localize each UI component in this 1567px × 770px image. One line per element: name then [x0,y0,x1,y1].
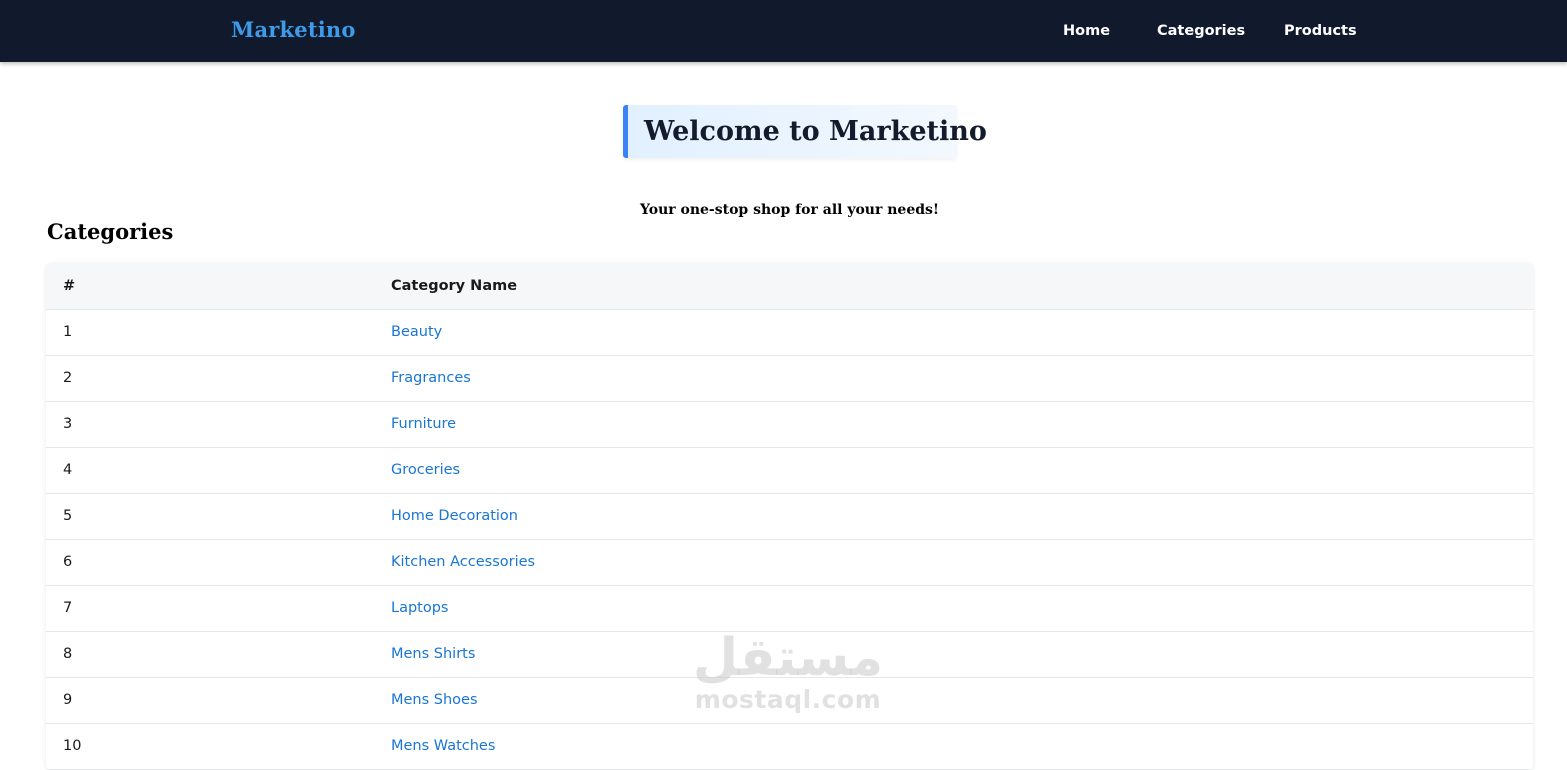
category-number: 2 [46,355,391,402]
column-header-category-name: Category Name [391,263,1533,310]
table-row: 5 Home Decoration [46,493,1533,540]
table-header-row: # Category Name [46,263,1533,310]
category-link[interactable]: Kitchen Accessories [391,554,535,570]
category-name-cell: Laptops [391,585,1533,632]
category-link[interactable]: Beauty [391,324,442,340]
category-number: 8 [46,631,391,678]
categories-heading: Categories [47,219,174,244]
navbar: Marketino Home Categories Products [0,0,1567,62]
category-link[interactable]: Furniture [391,416,456,432]
category-number: 5 [46,493,391,540]
category-name-cell: Mens Shoes [391,677,1533,724]
category-number: 9 [46,677,391,724]
nav-link-products[interactable]: Products [1284,23,1357,39]
category-name-cell: Furniture [391,401,1533,448]
table-row: 7 Laptops [46,585,1533,632]
category-link[interactable]: Fragrances [391,370,471,386]
table-row: 4 Groceries [46,447,1533,494]
category-name-cell: Fragrances [391,355,1533,402]
category-name-cell: Kitchen Accessories [391,539,1533,586]
category-number: 3 [46,401,391,448]
table-row: 8 Mens Shirts [46,631,1533,678]
table-row: 3 Furniture [46,401,1533,448]
category-link[interactable]: Groceries [391,462,460,478]
table-row: 1 Beauty [46,309,1533,356]
category-name-cell: Mens Shirts [391,631,1533,678]
category-number: 10 [46,723,391,770]
table-row: 9 Mens Shoes [46,677,1533,724]
brand-logo[interactable]: Marketino [231,17,356,42]
category-number: 6 [46,539,391,586]
category-name-cell: Groceries [391,447,1533,494]
category-name-cell: Mens Watches [391,723,1533,770]
categories-table: # Category Name 1 Beauty 2 Fragrances 3 Furni… [46,263,1533,770]
category-link[interactable]: Laptops [391,600,448,616]
nav-link-home[interactable]: Home [1063,23,1110,39]
table-row: 6 Kitchen Accessories [46,539,1533,586]
tagline: Your one-stop shop for all your needs! [639,202,940,218]
category-name-cell: Home Decoration [391,493,1533,540]
page-title: Welcome to Marketino [644,116,987,147]
category-link[interactable]: Mens Watches [391,738,495,754]
category-link[interactable]: Home Decoration [391,508,518,524]
hero-banner: Welcome to Marketino [623,105,987,158]
categories-table-container: # Category Name 1 Beauty 2 Fragrances 3 Furni… [46,263,1533,770]
category-number: 4 [46,447,391,494]
category-number: 1 [46,309,391,356]
category-name-cell: Beauty [391,309,1533,356]
table-row: 10 Mens Watches [46,723,1533,770]
table-row: 2 Fragrances [46,355,1533,402]
category-link[interactable]: Mens Shoes [391,692,478,708]
nav-link-categories[interactable]: Categories [1157,23,1245,39]
category-link[interactable]: Mens Shirts [391,646,475,662]
category-number: 7 [46,585,391,632]
categories-table-body: 1 Beauty 2 Fragrances 3 Furniture 4 Groceries 5 H… [46,309,1533,770]
column-header-number: # [46,263,391,310]
